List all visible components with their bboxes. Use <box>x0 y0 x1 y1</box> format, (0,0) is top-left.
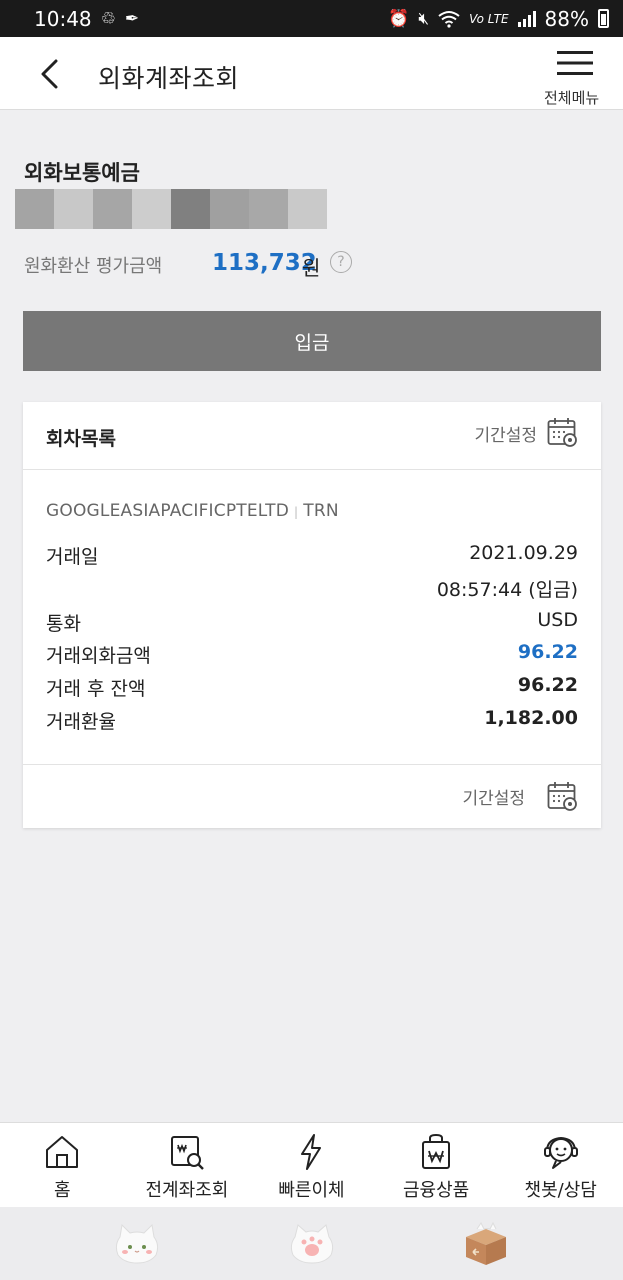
nav-all-accounts[interactable]: 전계좌조회 <box>125 1123 250 1208</box>
currency-label: 통화 <box>46 613 81 635</box>
account-search-icon <box>170 1136 204 1170</box>
balance-value: 96.22 <box>517 674 578 696</box>
home-icon <box>46 1136 79 1168</box>
history-title: 회차목록 <box>46 428 116 450</box>
battery-icon <box>598 9 609 28</box>
back-chevron-icon[interactable] <box>36 59 64 89</box>
currency-value: USD <box>537 609 578 631</box>
calendar-settings-icon[interactable] <box>547 781 578 811</box>
fx-amount-value: 96.22 <box>517 641 578 663</box>
page-title: 외화계좌조회 <box>98 64 240 93</box>
exchange-rate-value: 1,182.00 <box>484 707 578 729</box>
mute-icon: 🔇︎ <box>418 8 430 29</box>
hamburger-menu-icon[interactable] <box>557 51 593 75</box>
battery-percent: 88% <box>544 6 589 31</box>
status-time: 10:48 <box>34 6 92 31</box>
paw-sticker-icon[interactable] <box>287 1219 337 1269</box>
transaction-kind: TRN <box>303 501 339 521</box>
sticker-bar <box>0 1207 623 1280</box>
chatbot-icon <box>543 1136 578 1169</box>
app-header: 외화계좌조회 전체메뉴 <box>0 37 623 110</box>
exchange-rate-label: 거래환율 <box>46 711 116 733</box>
nav-home-label: 홈 <box>54 1180 71 1201</box>
wifi-icon <box>438 10 460 28</box>
transaction-counterparty: GOOGLEASIAPACIFICPTELTD | TRN <box>46 501 339 521</box>
full-menu-label[interactable]: 전체메뉴 <box>544 87 599 108</box>
counterparty-name: GOOGLEASIAPACIFICPTELTD <box>46 501 290 521</box>
nav-chatbot-label: 챗봇/상담 <box>524 1180 597 1201</box>
shopping-bag-icon <box>422 1133 451 1169</box>
transaction-date: 2021.09.29 <box>469 542 578 564</box>
card-footer: 기간설정 <box>23 764 601 828</box>
lightning-icon <box>301 1134 322 1170</box>
status-bar: 10:48 ♲ ✒ ⏰ 🔇︎ Vo LTE 88% <box>0 0 623 37</box>
date-label: 거래일 <box>46 546 99 568</box>
account-type: 외화보통예금 <box>24 161 140 185</box>
footer-period-setting-label[interactable]: 기간설정 <box>462 784 525 809</box>
nav-chatbot[interactable]: 챗봇/상담 <box>498 1123 623 1208</box>
signal-icon <box>517 10 536 27</box>
bottom-navigation: 홈 전계좌조회 빠른이체 금융상품 챗봇/상담 <box>0 1122 623 1207</box>
period-setting-label[interactable]: 기간설정 <box>474 421 537 446</box>
transaction-history-card: 회차목록 기간설정 GOOGLEASIAPACIFICPTELTD | TRN 거래… <box>23 402 601 828</box>
balance-label: 거래 후 잔액 <box>46 678 146 700</box>
deposit-button[interactable]: 입금 <box>23 311 601 371</box>
separator: | <box>294 505 299 519</box>
box-sticker-icon[interactable] <box>461 1219 511 1269</box>
fx-amount-label: 거래외화금액 <box>46 645 151 667</box>
notification-icon: ♲ <box>100 8 116 29</box>
nav-financial-products[interactable]: 금융상품 <box>374 1123 499 1208</box>
nav-quick-transfer[interactable]: 빠른이체 <box>249 1123 374 1208</box>
calendar-settings-icon[interactable] <box>547 417 578 447</box>
nav-all-accounts-label: 전계좌조회 <box>145 1180 229 1201</box>
volte-label: Vo LTE <box>469 11 509 26</box>
transaction-time: 08:57:44 (입금) <box>436 579 578 601</box>
card-header: 회차목록 기간설정 <box>23 402 601 470</box>
eval-amount-label: 원화환산 평가금액 <box>24 256 163 277</box>
feather-icon: ✒ <box>124 8 140 29</box>
help-icon[interactable]: ? <box>330 251 352 273</box>
masked-account-number <box>15 189 327 229</box>
cat-sticker-icon[interactable] <box>112 1219 162 1269</box>
nav-home[interactable]: 홈 <box>0 1123 125 1208</box>
alarm-icon: ⏰ <box>388 8 410 29</box>
eval-amount-unit: 원 <box>302 256 321 280</box>
nav-quick-transfer-label: 빠른이체 <box>278 1180 345 1201</box>
nav-financial-products-label: 금융상품 <box>402 1180 470 1201</box>
